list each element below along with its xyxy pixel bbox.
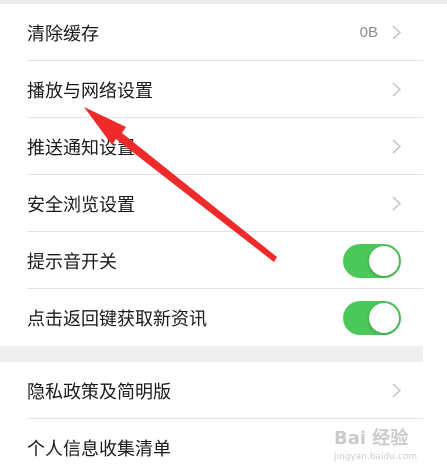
baidu-jingyan-watermark: Bai 经验 jingyan.baidu.com	[334, 424, 444, 472]
settings-item-label: 清除缓存	[27, 23, 99, 45]
settings-item-sound-toggle: 提示音开关	[0, 232, 423, 289]
sound-toggle-switch[interactable]	[343, 243, 401, 278]
settings-item-playback-network[interactable]: 播放与网络设置	[0, 61, 423, 118]
back-refresh-toggle-switch[interactable]	[343, 300, 401, 335]
watermark-brand: Bai 经验	[334, 428, 409, 449]
chevron-right-icon	[392, 196, 401, 211]
settings-item-privacy-policy[interactable]: 隐私政策及简明版	[0, 362, 423, 419]
chevron-right-icon	[392, 383, 401, 398]
settings-item-push-notifications[interactable]: 推送通知设置	[0, 118, 423, 175]
settings-item-label: 提示音开关	[27, 251, 117, 273]
cache-size-value: 0B	[359, 24, 378, 41]
settings-item-label: 推送通知设置	[27, 137, 135, 159]
settings-page: 清除缓存 0B 播放与网络设置 推送通知设置 安全浏览设置 提示音开关 点击返回…	[0, 0, 447, 475]
chevron-right-icon	[392, 139, 401, 154]
settings-item-safe-browsing[interactable]: 安全浏览设置	[0, 175, 423, 232]
watermark-url: jingyan.baidu.com	[334, 452, 418, 462]
right-margin	[423, 4, 447, 475]
toggle-knob	[369, 245, 399, 276]
chevron-right-icon	[392, 82, 401, 97]
chevron-right-icon	[392, 25, 401, 40]
toggle-knob	[369, 302, 399, 333]
section-separator	[0, 346, 423, 362]
settings-item-label: 隐私政策及简明版	[27, 381, 171, 403]
settings-item-label: 点击返回键获取新资讯	[27, 308, 207, 330]
settings-item-back-refresh-toggle: 点击返回键获取新资讯	[0, 289, 423, 346]
settings-item-clear-cache[interactable]: 清除缓存 0B	[0, 4, 423, 61]
settings-item-label: 播放与网络设置	[27, 80, 153, 102]
settings-item-label: 安全浏览设置	[27, 194, 135, 216]
